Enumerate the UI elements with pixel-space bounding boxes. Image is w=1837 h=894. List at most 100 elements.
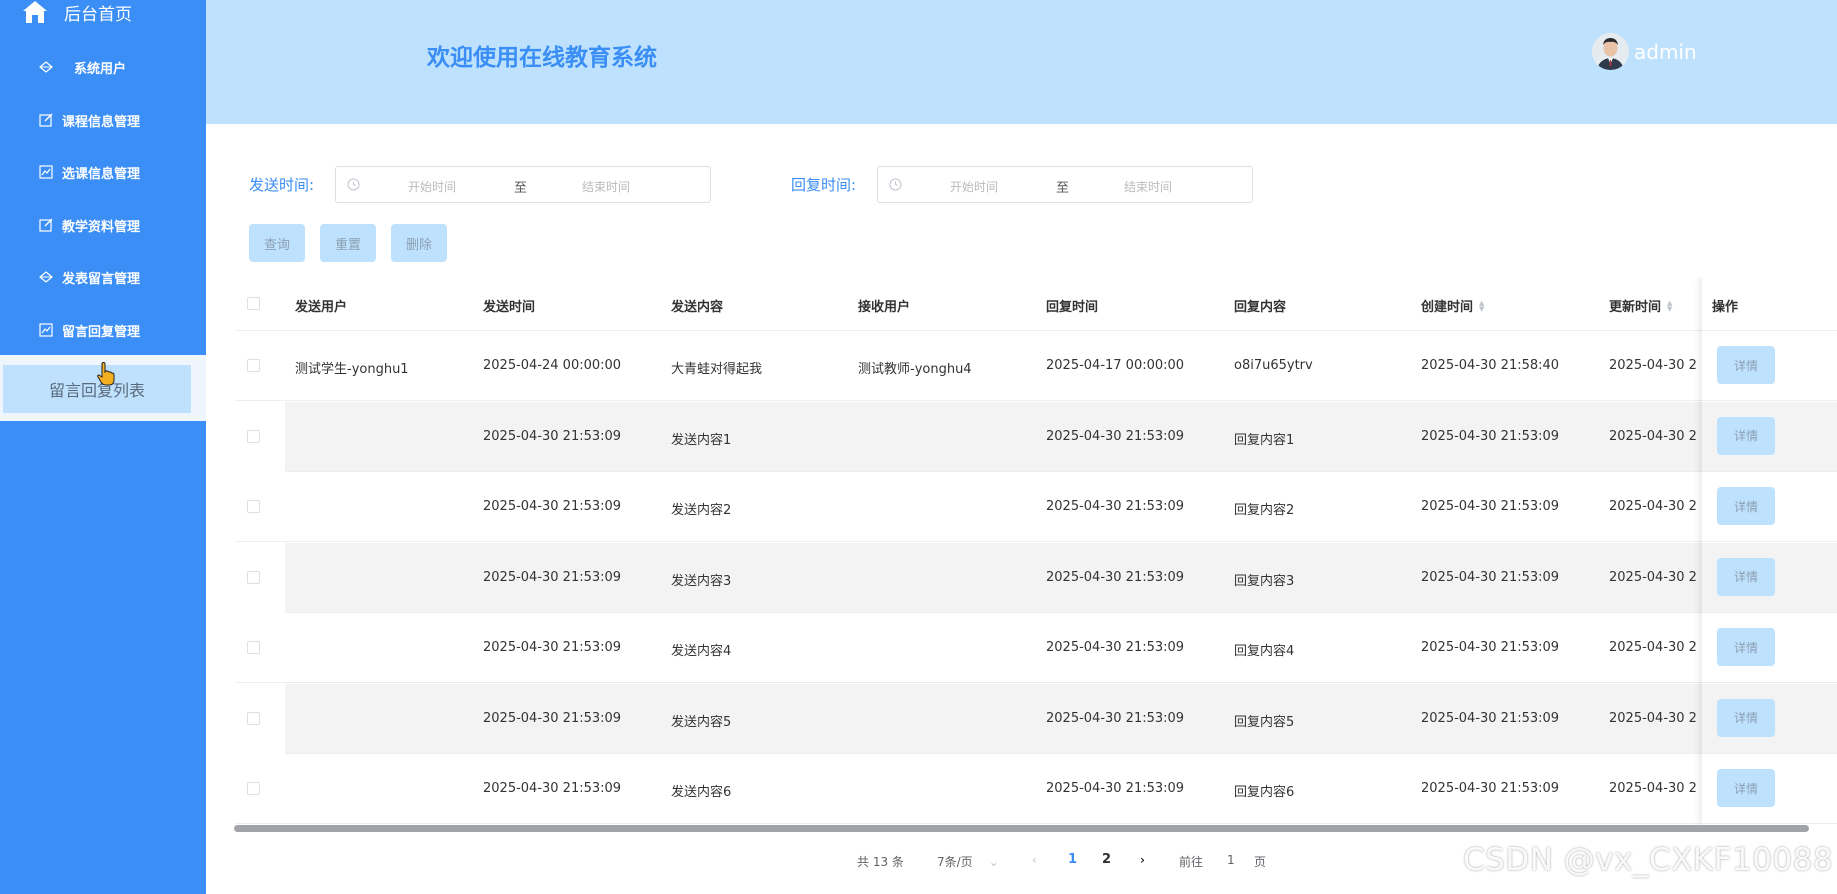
sidebar-menu-label: 教学资料管理 — [62, 219, 141, 235]
chart-icon — [38, 322, 54, 338]
horizontal-scrollbar[interactable] — [234, 825, 1809, 832]
col-updated-label: 更新时间 — [1609, 300, 1662, 315]
col-reply-content: 回复内容 — [1234, 300, 1287, 315]
send-time-range-picker[interactable]: 开始时间 至 结束时间 — [335, 166, 711, 203]
cell-send-user: 测试学生-yonghu1 — [295, 362, 409, 377]
reply-end-input[interactable]: 结束时间 — [1124, 178, 1172, 195]
col-created-label: 创建时间 — [1421, 300, 1474, 315]
watermark: CSDN @vx_CXKF10088 — [1463, 842, 1834, 878]
cell-send-content: 大青蛙对得起我 — [671, 362, 763, 377]
cell-created: 2025-04-30 21:53:09 — [1421, 781, 1560, 796]
cell-reply-content: 回复内容6 — [1234, 785, 1295, 800]
reply-time-label: 回复时间: — [791, 176, 857, 194]
sidebar-menu-item[interactable]: 课程信息管理 — [0, 105, 206, 135]
avatar[interactable] — [1592, 33, 1629, 70]
col-reply-time: 回复时间 — [1046, 300, 1099, 315]
row-select-cell — [235, 401, 285, 472]
cell-reply-time: 2025-04-30 21:53:09 — [1046, 569, 1185, 585]
sidebar: 后台首页 系统用户 课程信息管理 选课信息管理 教学资料管理 发表留言管理 留言回复管理 … — [0, 0, 206, 894]
cell-reply-content: 回复内容4 — [1234, 644, 1295, 659]
cell-created: 2025-04-30 21:53:09 — [1421, 499, 1560, 514]
cell-send-content: 发送内容3 — [671, 573, 732, 589]
row-checkbox[interactable] — [247, 641, 260, 654]
table-row: 2025-04-30 21:53:09 发送内容2 2025-04-30 21:53… — [235, 472, 1837, 542]
table-row: 2025-04-30 21:53:09 发送内容3 2025-04-30 21:53… — [235, 542, 1837, 613]
sort-caret-icon[interactable]: ▲ ▼ — [1479, 299, 1484, 312]
sidebar-menu-item[interactable]: 选课信息管理 — [0, 157, 206, 187]
cell-updated: 2025-04-30 2 — [1609, 428, 1697, 444]
cell-reply-time: 2025-04-17 00:00:00 — [1046, 358, 1185, 373]
table-row: 测试学生-yonghu1 2025-04-24 00:00:00 大青蛙对得起我 测试… — [235, 331, 1837, 401]
cell-send-content: 发送内容5 — [671, 714, 732, 730]
sidebar-menu-label: 课程信息管理 — [62, 114, 141, 130]
user-menu[interactable]: admin — [1592, 33, 1697, 70]
top-header: 欢迎使用在线教育系统 admin — [206, 0, 1837, 124]
next-page-icon[interactable]: › — [1140, 853, 1145, 867]
home-link[interactable]: 后台首页 — [22, 0, 132, 25]
cell-updated: 2025-04-30 2 — [1609, 781, 1697, 796]
cell-reply-time: 2025-04-30 21:53:09 — [1046, 428, 1185, 444]
goto-suffix: 页 — [1254, 855, 1267, 869]
row-checkbox[interactable] — [247, 782, 260, 795]
cell-updated: 2025-04-30 2 — [1609, 569, 1697, 585]
cell-receiver: 测试教师-yonghu4 — [858, 362, 972, 377]
cell-send-content: 发送内容6 — [671, 785, 732, 800]
diamond-icon — [38, 59, 54, 75]
range-separator: 至 — [1056, 181, 1070, 196]
select-all-checkbox[interactable] — [247, 297, 260, 310]
sidebar-menu-item[interactable]: 教学资料管理 — [0, 210, 206, 240]
cell-reply-content: 回复内容1 — [1234, 432, 1295, 448]
cell-reply-time: 2025-04-30 21:53:09 — [1046, 710, 1185, 726]
row-select-cell — [235, 542, 285, 613]
cell-updated: 2025-04-30 2 — [1609, 640, 1697, 655]
sidebar-menu-item[interactable]: 发表留言管理 — [0, 262, 206, 292]
cell-send-content: 发送内容1 — [671, 432, 732, 448]
hand-cursor-icon — [97, 362, 115, 386]
cell-updated: 2025-04-30 2 — [1609, 499, 1697, 514]
row-checkbox[interactable] — [247, 359, 260, 372]
send-end-input[interactable]: 结束时间 — [582, 178, 630, 195]
delete-button[interactable]: 删除 — [391, 224, 447, 262]
page-2[interactable]: 2 — [1102, 852, 1111, 867]
table-row: 2025-04-30 21:53:09 发送内容4 2025-04-30 21:53… — [235, 613, 1837, 683]
page-size-value: 7条/页 — [937, 855, 973, 869]
page-1[interactable]: 1 — [1068, 852, 1077, 867]
cell-send-time: 2025-04-24 00:00:00 — [483, 358, 622, 373]
cell-reply-content: o8i7u65ytrv — [1234, 358, 1313, 373]
send-time-label: 发送时间: — [249, 176, 315, 194]
row-checkbox[interactable] — [247, 429, 260, 443]
col-send-time: 发送时间 — [483, 300, 536, 315]
row-select-cell — [235, 683, 285, 754]
edit-icon — [38, 217, 54, 233]
clock-icon — [347, 178, 360, 191]
chevron-down-icon: ⌄ — [988, 855, 999, 869]
reply-time-range-picker[interactable]: 开始时间 至 结束时间 — [877, 166, 1253, 203]
goto-page-input[interactable]: 1 — [1227, 853, 1235, 867]
reply-start-input[interactable]: 开始时间 — [950, 178, 998, 195]
col-updated[interactable]: 更新时间 ▲ ▼ — [1609, 296, 1672, 315]
query-button[interactable]: 查询 — [249, 224, 305, 262]
cell-reply-content: 回复内容2 — [1234, 503, 1295, 518]
send-start-input[interactable]: 开始时间 — [408, 178, 456, 195]
col-created[interactable]: 创建时间 ▲ ▼ — [1421, 296, 1484, 315]
col-send-content: 发送内容 — [671, 300, 724, 315]
row-checkbox[interactable] — [247, 711, 260, 725]
cell-send-content: 发送内容4 — [671, 644, 732, 659]
pagination-total: 共 13 条 — [857, 855, 904, 869]
sidebar-menu-item[interactable]: 系统用户 — [0, 52, 206, 82]
cell-updated: 2025-04-30 2 — [1609, 358, 1697, 373]
cell-created: 2025-04-30 21:58:40 — [1421, 358, 1560, 373]
page-size-select[interactable]: 7条/页 ⌄ — [937, 853, 999, 870]
row-checkbox[interactable] — [247, 570, 260, 584]
reset-button[interactable]: 重置 — [320, 224, 376, 262]
sidebar-menu-item[interactable]: 留言回复管理 — [0, 315, 206, 345]
sidebar-menu-label: 发表留言管理 — [62, 271, 141, 287]
sort-caret-icon[interactable]: ▲ ▼ — [1667, 299, 1672, 312]
cell-created: 2025-04-30 21:53:09 — [1421, 569, 1560, 585]
col-send-user: 发送用户 — [295, 300, 348, 315]
row-checkbox[interactable] — [247, 500, 260, 513]
cell-send-time: 2025-04-30 21:53:09 — [483, 710, 622, 726]
cell-created: 2025-04-30 21:53:09 — [1421, 428, 1560, 444]
home-label: 后台首页 — [64, 4, 132, 25]
prev-page-icon[interactable]: ‹ — [1032, 853, 1037, 867]
